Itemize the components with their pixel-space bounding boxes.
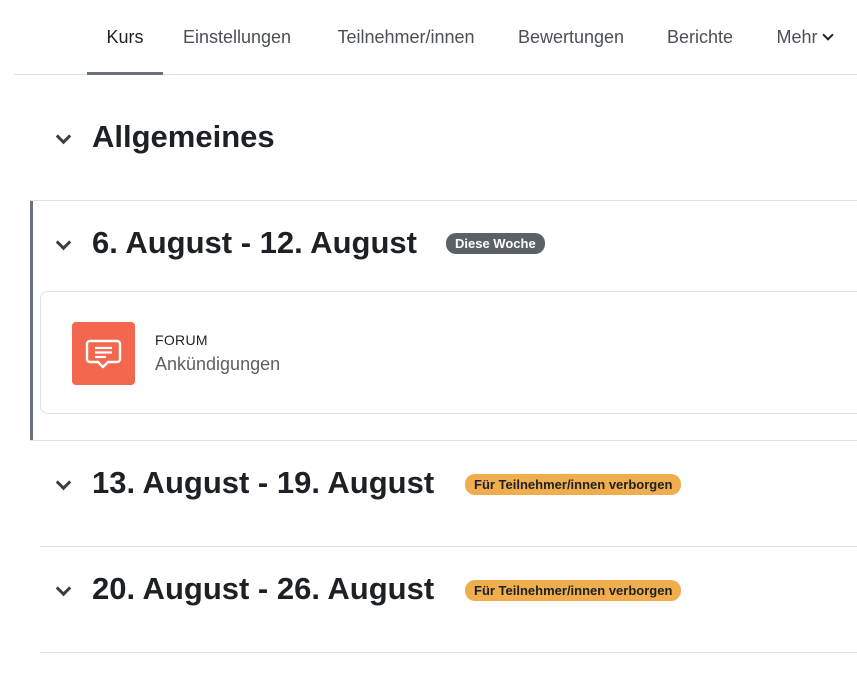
activity-type-label: FORUM [155, 332, 208, 348]
current-week-badge: Diese Woche [446, 233, 545, 254]
tab-label: Kurs [106, 26, 144, 47]
tab-label: Berichte [666, 26, 734, 47]
tab-bewertungen[interactable]: Bewertungen [514, 0, 628, 74]
chevron-down-icon[interactable] [56, 237, 70, 251]
activity-link-ankuendigungen[interactable]: Ankündigungen [155, 354, 280, 375]
current-week-indicator [30, 201, 33, 440]
tab-berichte[interactable]: Berichte [664, 0, 736, 74]
section-title-week-1[interactable]: 6. August - 12. August [92, 225, 417, 261]
section-title-week-3[interactable]: 20. August - 26. August [92, 571, 434, 607]
section-divider [30, 200, 857, 201]
tab-teilnehmer[interactable]: Teilnehmer/innen [332, 0, 480, 74]
chevron-down-icon[interactable] [56, 583, 70, 597]
tab-label: Teilnehmer/innen [337, 26, 475, 47]
section-divider [30, 440, 857, 441]
tab-label: Bewertungen [517, 26, 625, 47]
section-divider [40, 652, 857, 653]
secondary-navigation: Kurs Einstellungen Teilnehmer/innen Bewe… [14, 0, 857, 75]
section-divider [40, 546, 857, 547]
tab-kurs[interactable]: Kurs [87, 0, 163, 75]
chevron-down-icon[interactable] [56, 477, 70, 491]
section-title-week-2[interactable]: 13. August - 19. August [92, 465, 434, 501]
tab-mehr[interactable]: Mehr [771, 0, 837, 74]
hidden-badge: Für Teilnehmer/innen verborgen [465, 474, 682, 495]
chevron-down-icon [821, 28, 834, 41]
tab-label: Einstellungen [182, 26, 292, 47]
activity-card-forum: FORUM Ankündigungen [40, 291, 857, 414]
tab-label: Mehr [776, 26, 818, 47]
section-title-allgemeines[interactable]: Allgemeines [92, 119, 275, 155]
forum-icon[interactable] [72, 322, 135, 385]
tab-einstellungen[interactable]: Einstellungen [180, 0, 294, 74]
hidden-badge: Für Teilnehmer/innen verborgen [465, 580, 682, 601]
chevron-down-icon[interactable] [56, 131, 70, 145]
